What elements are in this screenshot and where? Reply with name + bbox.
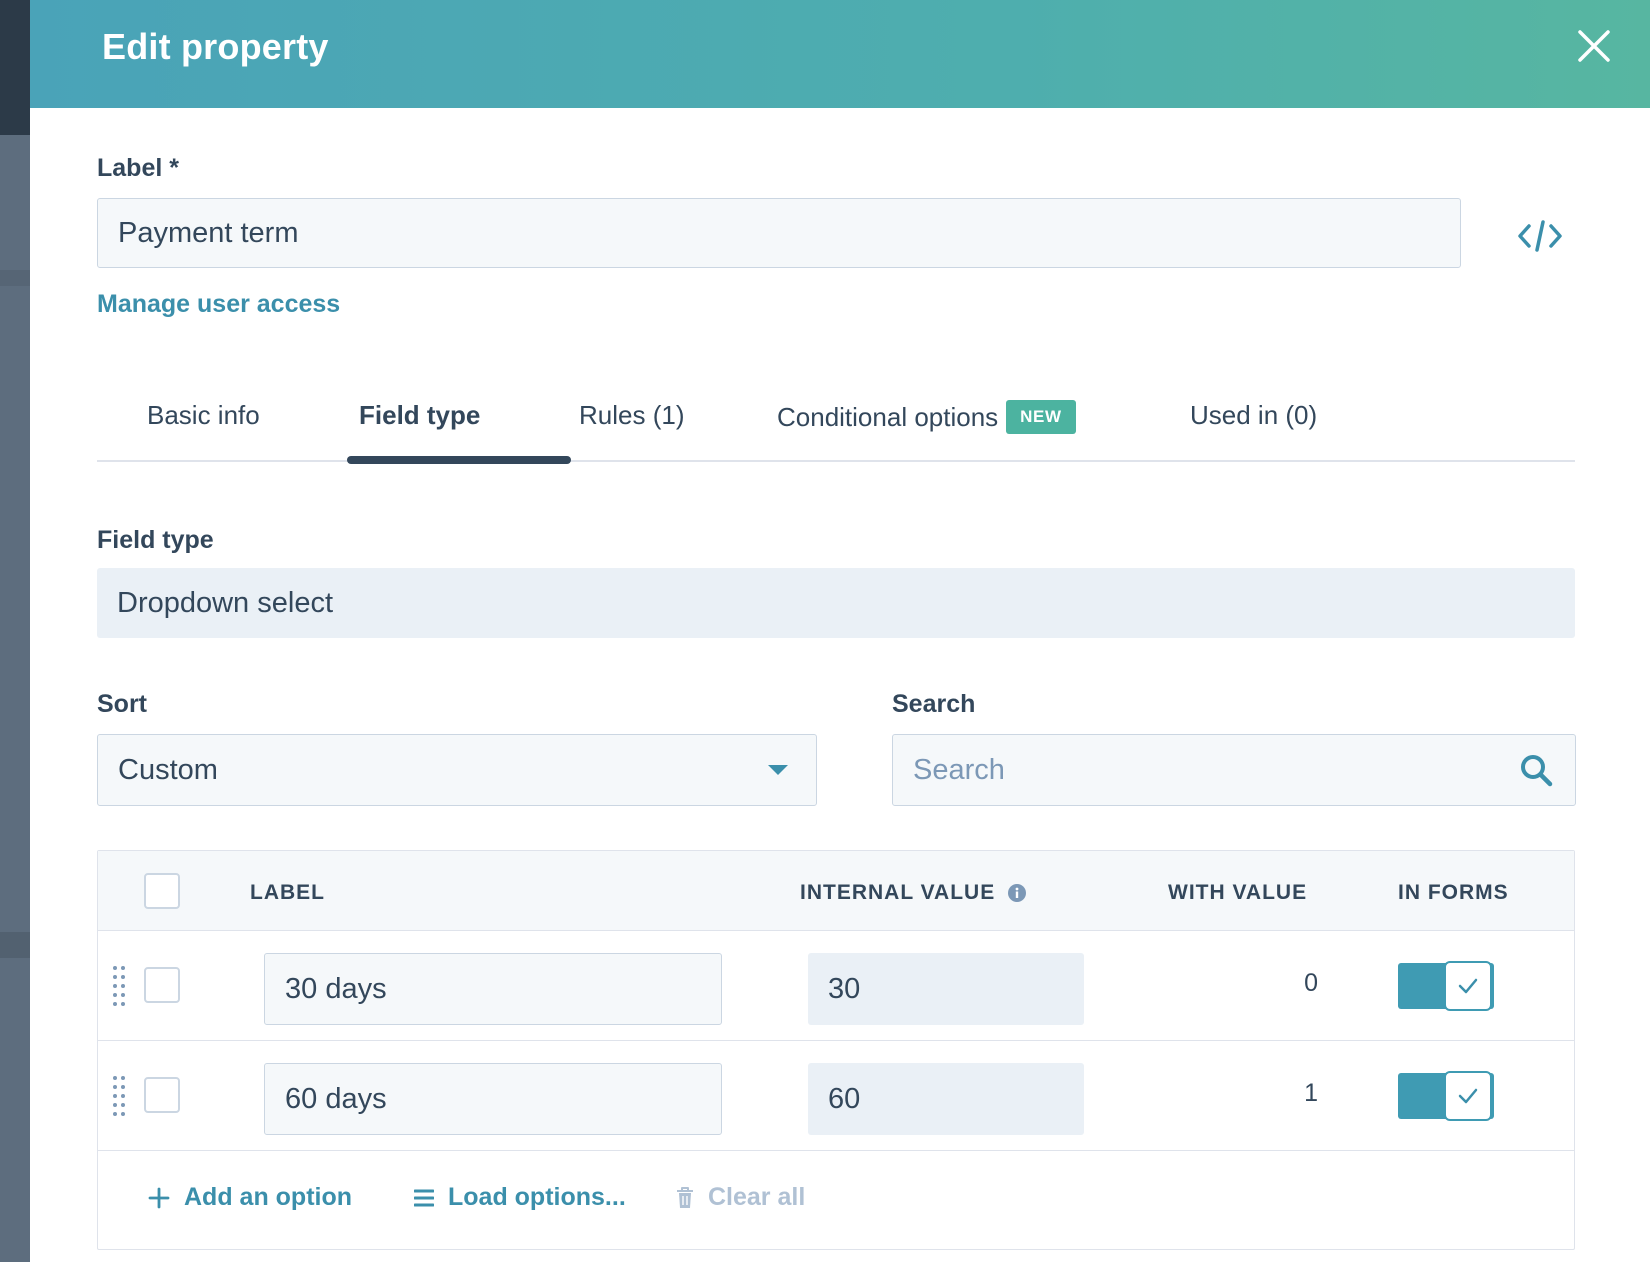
options-table: LABEL INTERNAL VALUE WITH VALUE IN FORMS (97, 850, 1575, 1250)
table-header: LABEL INTERNAL VALUE WITH VALUE IN FORMS (98, 851, 1574, 931)
toggle-knob (1444, 961, 1492, 1011)
manage-user-access-link[interactable]: Manage user access (97, 290, 340, 319)
active-tab-indicator (347, 456, 571, 464)
option-internal-value: 60 (808, 1063, 1084, 1135)
with-value-count: 0 (1304, 969, 1318, 997)
table-actions: Add an option Load options... Clear all (98, 1143, 1574, 1249)
load-options-label: Load options... (448, 1183, 626, 1211)
search-label: Search (892, 690, 976, 718)
column-header-with-value[interactable]: WITH VALUE (1168, 881, 1307, 905)
tab-basic-info[interactable]: Basic info (147, 400, 260, 431)
drag-handle-icon[interactable] (112, 1075, 126, 1117)
select-all-checkbox[interactable] (144, 873, 180, 909)
option-label-input[interactable]: 30 days (264, 953, 722, 1025)
page-backdrop (0, 0, 30, 1262)
backdrop-shade (0, 0, 30, 135)
clear-all-label: Clear all (708, 1183, 806, 1211)
drag-handle-icon[interactable] (112, 965, 126, 1007)
field-type-value: Dropdown select (97, 568, 1575, 638)
in-forms-toggle[interactable] (1398, 1071, 1494, 1121)
clear-all-button[interactable]: Clear all (676, 1183, 805, 1212)
search-input[interactable] (892, 734, 1576, 806)
load-options-button[interactable]: Load options... (414, 1183, 626, 1212)
toggle-knob (1444, 1071, 1492, 1121)
search-icon (1521, 755, 1553, 787)
add-option-button[interactable]: Add an option (148, 1183, 352, 1212)
internal-name-button[interactable] (1516, 216, 1564, 256)
column-header-label[interactable]: LABEL (250, 881, 325, 905)
close-icon (1578, 30, 1610, 62)
tab-conditional-options-label: Conditional options (777, 402, 999, 432)
property-tabs: Basic info Field type Rules (1) Conditio… (97, 370, 1575, 464)
tab-rules[interactable]: Rules (1) (579, 400, 684, 431)
tab-used-in[interactable]: Used in (0) (1190, 400, 1317, 431)
list-icon (414, 1188, 434, 1208)
edit-property-panel: Edit property Label * Payment term Manag… (30, 0, 1650, 1262)
column-header-in-forms[interactable]: IN FORMS (1398, 881, 1509, 905)
table-row: 60 days 60 1 (98, 1041, 1574, 1151)
panel-title: Edit property (102, 26, 329, 67)
plus-icon (148, 1187, 170, 1209)
add-option-label: Add an option (184, 1183, 353, 1211)
close-button[interactable] (1570, 22, 1618, 70)
tab-field-type[interactable]: Field type (359, 400, 480, 431)
label-field-label: Label * (97, 154, 179, 182)
with-value-count: 1 (1304, 1079, 1318, 1107)
table-row: 30 days 30 0 (98, 931, 1574, 1041)
label-input[interactable]: Payment term (97, 198, 1461, 268)
checkmark-icon (1458, 1088, 1478, 1104)
info-icon[interactable] (1008, 884, 1027, 903)
backdrop-shade (0, 270, 30, 286)
backdrop-shade (0, 932, 30, 958)
checkmark-icon (1458, 978, 1478, 994)
column-header-internal-value-text: INTERNAL VALUE (800, 881, 996, 904)
panel-header: Edit property (30, 0, 1650, 108)
row-checkbox[interactable] (144, 967, 180, 1003)
sort-select-value: Custom (118, 753, 218, 786)
sort-select[interactable]: Custom (97, 734, 817, 806)
search-button[interactable] (1518, 752, 1554, 788)
tab-conditional-options[interactable]: Conditional options NEW (777, 400, 1076, 434)
code-icon (1518, 220, 1562, 252)
option-label-input[interactable]: 60 days (264, 1063, 722, 1135)
option-internal-value: 30 (808, 953, 1084, 1025)
field-type-label: Field type (97, 526, 214, 554)
in-forms-toggle[interactable] (1398, 961, 1494, 1011)
caret-down-icon (768, 765, 788, 775)
sort-label: Sort (97, 690, 147, 718)
trash-icon (676, 1186, 694, 1210)
new-badge: NEW (1006, 400, 1076, 434)
column-header-internal-value[interactable]: INTERNAL VALUE (800, 881, 1027, 905)
row-checkbox[interactable] (144, 1077, 180, 1113)
